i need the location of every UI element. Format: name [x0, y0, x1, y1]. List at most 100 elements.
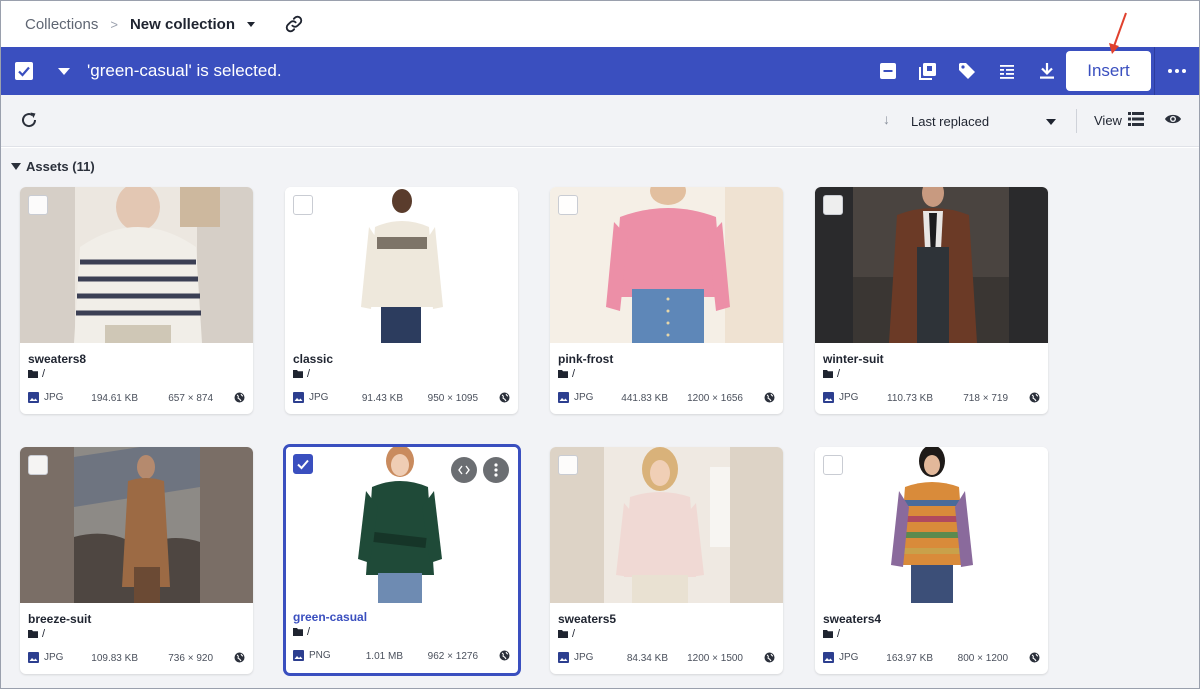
- folder-icon: [558, 370, 568, 378]
- asset-meta: JPG 109.83 KB 736 × 920: [28, 652, 245, 666]
- more-vertical-icon: [494, 463, 498, 477]
- more-horizontal-icon[interactable]: [1168, 69, 1186, 73]
- globe-icon[interactable]: [499, 650, 510, 664]
- asset-dimensions: 718 × 719: [963, 393, 1008, 404]
- asset-dimensions: 1200 × 1656: [687, 393, 743, 404]
- asset-meta: JPG 441.83 KB 1200 × 1656: [558, 392, 775, 406]
- selection-bar: 'green-casual' is selected. Insert: [1, 47, 1199, 95]
- list-button[interactable]: [995, 59, 1019, 83]
- asset-checkbox[interactable]: [558, 195, 578, 215]
- collapse-caret-icon[interactable]: [11, 163, 21, 170]
- asset-dimensions: 962 × 1276: [427, 651, 478, 662]
- asset-thumbnail[interactable]: [20, 447, 253, 603]
- selection-menu-caret-icon[interactable]: [58, 68, 70, 75]
- asset-checkbox-checked[interactable]: [293, 454, 313, 474]
- asset-folder-path: /: [837, 368, 841, 380]
- asset-checkbox[interactable]: [823, 455, 843, 475]
- download-button[interactable]: [1035, 59, 1059, 83]
- asset-size: 441.83 KB: [621, 393, 668, 404]
- asset-size: 110.73 KB: [887, 393, 933, 404]
- asset-folder-path: /: [42, 368, 46, 380]
- globe-icon[interactable]: [764, 652, 775, 666]
- breadcrumb-separator: >: [110, 16, 118, 32]
- select-all-checkbox[interactable]: [15, 62, 33, 80]
- asset-checkbox[interactable]: [28, 195, 48, 215]
- list-icon: [1000, 65, 1014, 79]
- collection-menu-caret-icon[interactable]: [247, 21, 255, 27]
- minus-square-icon: [880, 63, 896, 79]
- assets-count-label: Assets (11): [26, 159, 95, 174]
- view-label[interactable]: View: [1094, 113, 1122, 128]
- asset-name: classic: [293, 352, 334, 366]
- asset-dimensions: 800 × 1200: [957, 653, 1008, 664]
- card-more-button[interactable]: [483, 457, 509, 483]
- asset-card[interactable]: pink-frost / JPG 441.83 KB 1200 × 1656: [550, 187, 783, 414]
- globe-icon[interactable]: [1029, 652, 1040, 666]
- download-icon: [1040, 63, 1054, 79]
- asset-name: winter-suit: [823, 352, 884, 366]
- assets-section-header[interactable]: Assets (11): [11, 159, 95, 174]
- asset-meta: PNG 1.01 MB 962 × 1276: [293, 650, 510, 664]
- embed-button[interactable]: [451, 457, 477, 483]
- asset-name: sweaters5: [558, 612, 617, 626]
- annotation-arrow-icon: [1109, 12, 1127, 54]
- asset-checkbox[interactable]: [823, 195, 843, 215]
- asset-card[interactable]: sweaters5 / JPG 84.34 KB 1200 × 1500: [550, 447, 783, 674]
- copy-icon: [919, 63, 936, 80]
- copy-button[interactable]: [916, 59, 940, 83]
- asset-folder-path: /: [307, 626, 311, 638]
- toolbar-divider: [1076, 109, 1077, 133]
- folder-icon: [28, 630, 38, 638]
- asset-meta: JPG 194.61 KB 657 × 874: [28, 392, 245, 406]
- asset-meta: JPG 84.34 KB 1200 × 1500: [558, 652, 775, 666]
- globe-icon[interactable]: [234, 392, 245, 406]
- folder-icon: [293, 628, 303, 636]
- globe-icon[interactable]: [764, 392, 775, 406]
- asset-thumbnail[interactable]: [815, 187, 1048, 343]
- asset-card-selected[interactable]: green-casual / PNG 1.01 MB 962 × 1276: [284, 445, 520, 675]
- asset-folder-path: /: [572, 368, 576, 380]
- asset-thumbnail[interactable]: [550, 447, 783, 603]
- globe-icon[interactable]: [499, 392, 510, 406]
- asset-folder: /: [558, 368, 575, 380]
- asset-folder: /: [293, 368, 310, 380]
- asset-card[interactable]: sweaters8 / JPG 194.61 KB 657 × 874: [20, 187, 253, 414]
- deselect-button[interactable]: [876, 59, 900, 83]
- link-icon[interactable]: [283, 13, 305, 35]
- asset-size: 1.01 MB: [365, 651, 403, 662]
- globe-icon[interactable]: [1029, 392, 1040, 406]
- asset-card[interactable]: sweaters4 / JPG 163.97 KB 800 × 1200: [815, 447, 1048, 674]
- sort-direction-icon[interactable]: ↓: [883, 111, 890, 127]
- asset-checkbox[interactable]: [28, 455, 48, 475]
- tag-icon: [959, 63, 975, 79]
- asset-folder: /: [293, 626, 310, 638]
- eye-icon[interactable]: [1164, 112, 1182, 131]
- selection-message: 'green-casual' is selected.: [87, 61, 282, 80]
- code-icon: [458, 465, 470, 475]
- asset-thumbnail[interactable]: [550, 187, 783, 343]
- asset-name: breeze-suit: [28, 612, 92, 626]
- folder-icon: [28, 370, 38, 378]
- asset-checkbox[interactable]: [558, 455, 578, 475]
- list-view-icon[interactable]: [1128, 112, 1144, 131]
- asset-thumbnail[interactable]: [815, 447, 1048, 603]
- insert-button[interactable]: Insert: [1066, 51, 1151, 91]
- asset-thumbnail[interactable]: [285, 187, 518, 343]
- asset-card[interactable]: breeze-suit / JPG 109.83 KB 736 × 920: [20, 447, 253, 674]
- asset-thumbnail[interactable]: [20, 187, 253, 343]
- asset-card[interactable]: classic / JPG 91.43 KB 950 × 1095: [285, 187, 518, 414]
- asset-checkbox[interactable]: [293, 195, 313, 215]
- asset-dimensions: 1200 × 1500: [687, 653, 743, 664]
- asset-folder: /: [823, 628, 840, 640]
- sort-select-label[interactable]: Last replaced: [911, 114, 989, 129]
- tag-button[interactable]: [955, 59, 979, 83]
- folder-icon: [823, 370, 833, 378]
- folder-icon: [293, 370, 303, 378]
- asset-folder-path: /: [837, 628, 841, 640]
- globe-icon[interactable]: [234, 652, 245, 666]
- sort-caret-icon[interactable]: [1046, 119, 1056, 125]
- asset-meta: JPG 91.43 KB 950 × 1095: [293, 392, 510, 406]
- refresh-icon[interactable]: [20, 111, 40, 131]
- asset-card[interactable]: winter-suit / JPG 110.73 KB 718 × 719: [815, 187, 1048, 414]
- breadcrumb-collections[interactable]: Collections: [25, 16, 98, 33]
